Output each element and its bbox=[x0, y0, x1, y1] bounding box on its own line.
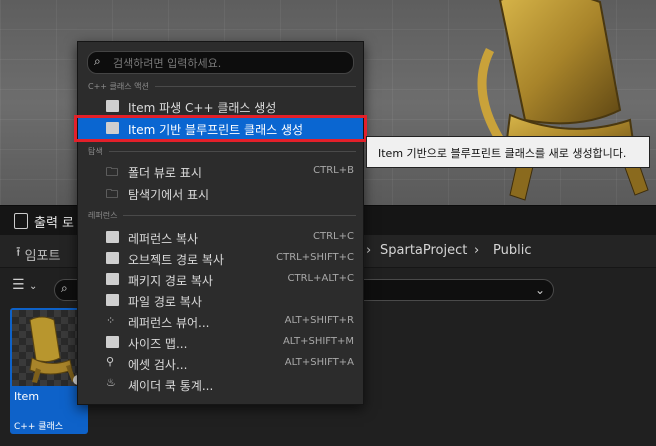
menu-item-create-blueprint[interactable]: Item 기반 블루프린트 클래스 생성 bbox=[74, 115, 367, 142]
menu-item-shortcut: CTRL+B bbox=[313, 165, 354, 176]
menu-item-shortcut: ALT+SHIFT+A bbox=[284, 357, 354, 368]
menu-item-size-map[interactable]: 사이즈 맵... ALT+SHIFT+M bbox=[78, 332, 363, 353]
copy-icon bbox=[106, 273, 119, 285]
menu-search-input[interactable]: ⌕ 검색하려면 입력하세요. bbox=[87, 51, 354, 74]
section-references: 레퍼런스 bbox=[88, 210, 356, 221]
output-log-tab[interactable]: 출력 로 bbox=[14, 206, 74, 236]
menu-item-show-in-explorer[interactable]: 🗀 탐색기에서 표시 bbox=[78, 183, 363, 204]
section-explore: 탐색 bbox=[88, 146, 356, 157]
menu-search-placeholder: 검색하려면 입력하세요. bbox=[113, 57, 222, 70]
menu-item-label: 파일 경로 복사 bbox=[128, 295, 202, 309]
breadcrumb-sparta-project[interactable]: SpartaProject bbox=[380, 243, 467, 258]
chevron-down-icon: ⌄ bbox=[29, 281, 38, 292]
menu-item-label: Item 파생 C++ 클래스 생성 bbox=[128, 101, 277, 115]
import-label: 임포트 bbox=[24, 248, 61, 264]
menu-item-label: 셰이더 쿡 통계... bbox=[128, 379, 214, 393]
menu-item-show-in-folder-view[interactable]: 🗀 폴더 뷰로 표시 CTRL+B bbox=[78, 161, 363, 182]
copy-icon bbox=[106, 252, 119, 264]
tooltip-text: Item 기반으로 블루프린트 클래스를 새로 생성합니다. bbox=[378, 147, 627, 160]
breadcrumb-separator-icon: › bbox=[366, 243, 372, 258]
menu-item-label: 탐색기에서 표시 bbox=[128, 188, 210, 202]
menu-item-shader-cook-stats[interactable]: ♨ 셰이더 쿡 통계... bbox=[78, 374, 363, 395]
menu-item-label: 레퍼런스 뷰어... bbox=[128, 316, 210, 330]
chevron-down-icon[interactable]: ⌄ bbox=[535, 280, 545, 300]
menu-item-shortcut: ALT+SHIFT+R bbox=[284, 315, 354, 326]
menu-item-copy-object-path[interactable]: 오브젝트 경로 복사 CTRL+SHIFT+C bbox=[78, 248, 363, 269]
menu-item-shortcut: CTRL+SHIFT+C bbox=[276, 252, 354, 263]
cpp-class-icon bbox=[106, 100, 119, 112]
output-log-icon bbox=[14, 213, 28, 229]
reference-viewer-icon: ⁘ bbox=[106, 314, 116, 327]
import-icon: ⭱ bbox=[16, 245, 21, 260]
folder-search-icon: 🗀 bbox=[106, 187, 119, 201]
section-label: 레퍼런스 bbox=[88, 211, 118, 220]
menu-item-create-derived-cpp[interactable]: Item 파생 C++ 클래스 생성 bbox=[78, 96, 363, 117]
asset-context-menu: ⌕ 검색하려면 입력하세요. C++ 클래스 액션 Item 파생 C++ 클래… bbox=[74, 41, 367, 405]
search-icon: ⌕ bbox=[94, 54, 101, 68]
menu-item-label: 사이즈 맵... bbox=[128, 337, 188, 351]
menu-item-audit-asset[interactable]: ⚲ 에셋 검사... ALT+SHIFT+A bbox=[78, 353, 363, 374]
menu-item-label: 폴더 뷰로 표시 bbox=[128, 166, 202, 180]
menu-item-label: 에셋 검사... bbox=[128, 358, 188, 372]
audit-icon: ⚲ bbox=[106, 355, 115, 368]
asset-thumbnail bbox=[12, 310, 86, 386]
import-button[interactable]: ⭱ 임포트 bbox=[16, 243, 60, 265]
section-label: C++ 클래스 액션 bbox=[88, 82, 149, 91]
menu-item-label: Item 기반 블루프린트 클래스 생성 bbox=[128, 123, 304, 137]
menu-item-label: 레퍼런스 복사 bbox=[128, 232, 199, 246]
section-cpp-class-actions: C++ 클래스 액션 bbox=[88, 81, 356, 92]
menu-item-copy-package-path[interactable]: 패키지 경로 복사 CTRL+ALT+C bbox=[78, 269, 363, 290]
section-label: 탐색 bbox=[88, 147, 103, 156]
copy-icon bbox=[106, 294, 119, 306]
asset-name: Item bbox=[14, 390, 40, 403]
breadcrumb-separator-icon: › bbox=[474, 243, 480, 258]
menu-item-reference-viewer[interactable]: ⁘ 레퍼런스 뷰어... ALT+SHIFT+R bbox=[78, 311, 363, 332]
chair-mesh bbox=[477, 0, 649, 201]
asset-type: C++ 클래스 bbox=[14, 422, 64, 432]
menu-item-shortcut: CTRL+C bbox=[313, 231, 354, 242]
filter-icon: ☰ bbox=[12, 277, 25, 293]
chair-thumbnail-icon bbox=[29, 316, 83, 385]
search-icon: ⌕ bbox=[61, 281, 68, 295]
output-log-tab-label: 출력 로 bbox=[34, 215, 75, 231]
menu-item-copy-file-path[interactable]: 파일 경로 복사 bbox=[78, 290, 363, 311]
filter-button[interactable]: ☰ ⌄ bbox=[12, 277, 37, 293]
breadcrumb-public[interactable]: Public bbox=[493, 243, 531, 258]
menu-item-label: 패키지 경로 복사 bbox=[128, 274, 213, 288]
tooltip: Item 기반으로 블루프린트 클래스를 새로 생성합니다. bbox=[366, 136, 650, 168]
size-map-icon bbox=[106, 336, 119, 348]
menu-item-shortcut: CTRL+ALT+C bbox=[287, 273, 355, 284]
menu-item-shortcut: ALT+SHIFT+M bbox=[282, 336, 354, 347]
folder-search-icon: 🗀 bbox=[106, 165, 119, 179]
menu-item-copy-reference[interactable]: 레퍼런스 복사 CTRL+C bbox=[78, 227, 363, 248]
cpp-class-icon bbox=[106, 122, 119, 134]
menu-item-label: 오브젝트 경로 복사 bbox=[128, 253, 224, 267]
shader-icon: ♨ bbox=[106, 376, 116, 389]
copy-icon bbox=[106, 231, 119, 243]
